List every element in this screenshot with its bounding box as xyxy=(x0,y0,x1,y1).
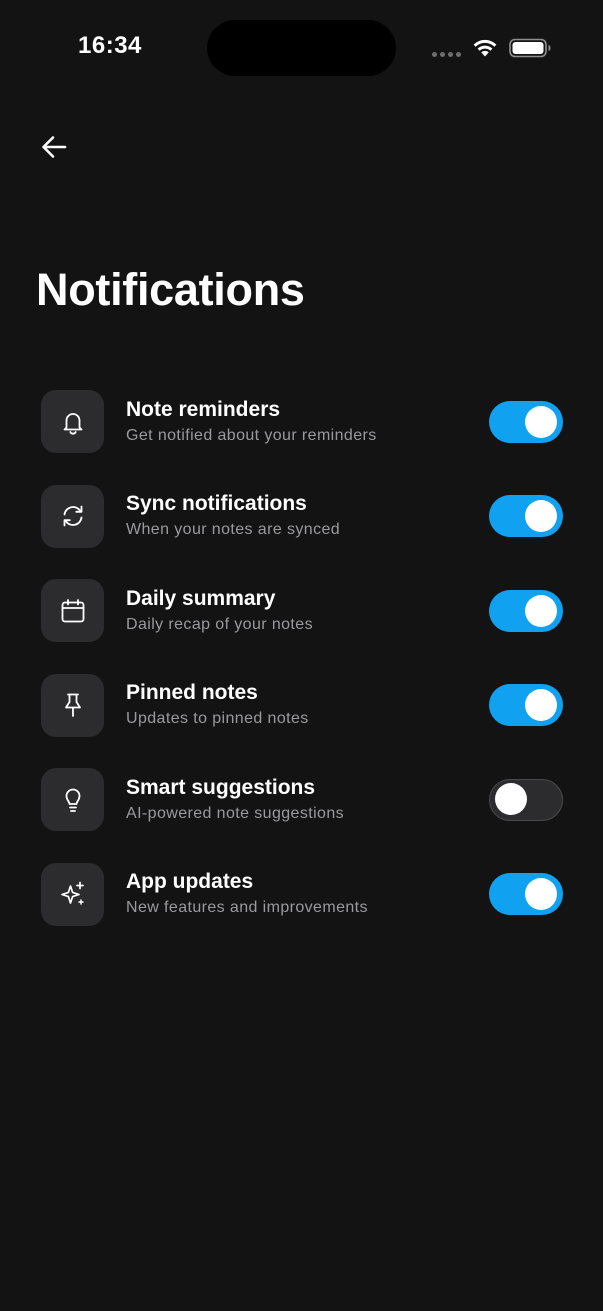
toggle-knob xyxy=(525,689,557,722)
setting-subtitle: AI-powered note suggestions xyxy=(126,804,345,822)
toggle-knob xyxy=(495,783,527,816)
setting-text: Sync notifications When your notes are s… xyxy=(126,491,489,541)
battery-icon xyxy=(509,38,551,58)
refresh-icon xyxy=(63,505,82,527)
setting-text: Daily summary Daily recap of your notes xyxy=(126,586,489,636)
setting-text: App updates New features and improvement… xyxy=(126,869,489,919)
sync-notifications-toggle[interactable] xyxy=(489,495,563,538)
dynamic-island xyxy=(207,20,396,76)
setting-text: Pinned notes Updates to pinned notes xyxy=(126,680,489,730)
icon-tile xyxy=(41,768,104,832)
status-time: 16:34 xyxy=(78,32,142,59)
cellular-signal-icon xyxy=(432,52,461,57)
lightbulb-icon xyxy=(65,788,80,812)
setting-title: Note reminders xyxy=(126,397,281,421)
calendar-icon xyxy=(61,598,84,623)
icon-tile xyxy=(41,862,104,926)
setting-title: Pinned notes xyxy=(126,681,258,705)
icon-tile xyxy=(41,579,104,643)
pin-icon xyxy=(64,693,81,718)
setting-subtitle: When your notes are synced xyxy=(126,521,341,539)
toggle-knob xyxy=(525,594,557,627)
toggle-knob xyxy=(525,878,557,911)
smart-suggestions-toggle[interactable] xyxy=(489,778,563,821)
setting-title: Sync notifications xyxy=(126,492,307,516)
setting-text: Smart suggestions AI-powered note sugges… xyxy=(126,775,489,825)
icon-tile xyxy=(41,390,104,453)
setting-title: App updates xyxy=(126,870,254,894)
status-bar: 16:34 xyxy=(0,0,603,96)
back-button[interactable] xyxy=(34,127,74,167)
icon-tile xyxy=(41,484,104,548)
setting-subtitle: Get notified about your reminders xyxy=(126,426,377,444)
sparkles-icon xyxy=(60,882,84,906)
daily-summary-toggle[interactable] xyxy=(489,589,563,632)
setting-text: Note reminders Get notified about your r… xyxy=(126,397,489,447)
bell-icon xyxy=(63,412,82,435)
wifi-icon xyxy=(473,39,497,57)
note-reminders-toggle[interactable] xyxy=(489,400,563,443)
setting-title: Daily summary xyxy=(126,586,276,610)
setting-subtitle: Daily recap of your notes xyxy=(126,615,313,633)
setting-row-smart-suggestions: Smart suggestions AI-powered note sugges… xyxy=(41,768,563,832)
page-title: Notifications xyxy=(36,264,305,315)
setting-subtitle: New features and improvements xyxy=(126,899,368,917)
setting-row-app-updates: App updates New features and improvement… xyxy=(41,862,563,926)
pinned-notes-toggle[interactable] xyxy=(489,684,563,727)
settings-list: Note reminders Get notified about your r… xyxy=(41,390,563,958)
setting-subtitle: Updates to pinned notes xyxy=(126,710,309,728)
app-updates-toggle[interactable] xyxy=(489,873,563,916)
toggle-knob xyxy=(525,500,557,533)
setting-title: Smart suggestions xyxy=(126,775,316,799)
setting-row-daily-summary: Daily summary Daily recap of your notes xyxy=(41,579,563,643)
setting-row-sync-notifications: Sync notifications When your notes are s… xyxy=(41,484,563,548)
setting-row-pinned-notes: Pinned notes Updates to pinned notes xyxy=(41,673,563,737)
arrow-left-icon xyxy=(42,136,67,158)
setting-row-note-reminders: Note reminders Get notified about your r… xyxy=(41,390,563,453)
toggle-knob xyxy=(525,405,557,438)
icon-tile xyxy=(41,673,104,737)
